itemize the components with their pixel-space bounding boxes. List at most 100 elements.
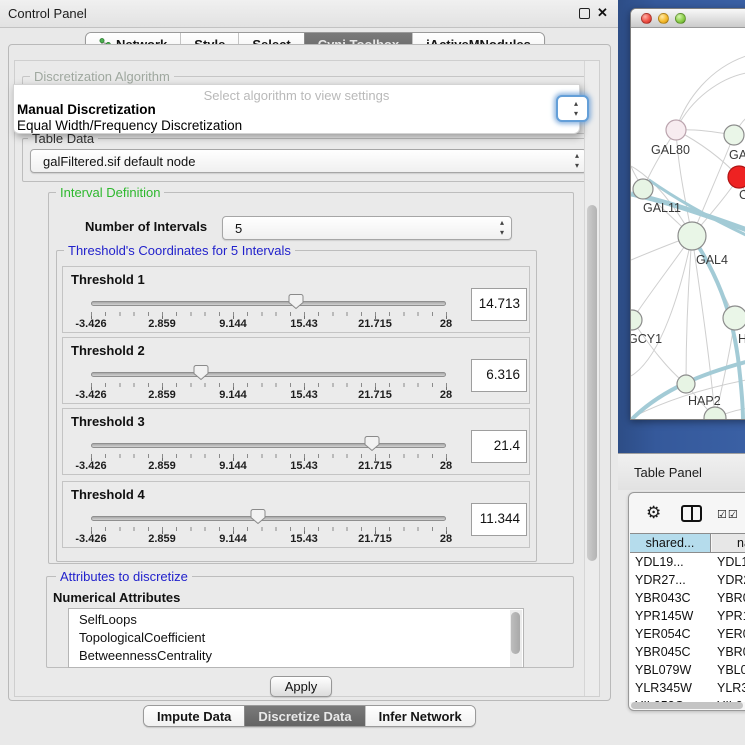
- node-label-gcy1: GCY1: [631, 332, 662, 346]
- threshold-4-panel: Threshold 4 -3.426 2.859 9.144 15.43 21.…: [62, 481, 530, 548]
- slider-tick-labels: -3.426 2.859 9.144 15.43 21.715 28: [91, 460, 446, 473]
- node-label-gal4: GAL4: [696, 253, 728, 267]
- popup-item-manual-discretization[interactable]: Manual Discretization: [17, 102, 156, 117]
- numerical-attributes-list: SelfLoops TopologicalCoefficient Between…: [68, 608, 524, 668]
- table-row[interactable]: YDL19...YDL1: [630, 553, 745, 571]
- tab-discretize-data[interactable]: Discretize Data: [244, 706, 364, 726]
- threshold-2-label: Threshold 2: [71, 343, 145, 358]
- tab-infer-network[interactable]: Infer Network: [365, 706, 475, 726]
- table-panel-titlebar: Table Panel: [618, 453, 745, 490]
- slider-tick-labels: -3.426 2.859 9.144 15.43 21.715 28: [91, 389, 446, 402]
- table-row[interactable]: YBR043CYBR0: [630, 589, 745, 607]
- threshold-1-label: Threshold 1: [71, 272, 145, 287]
- table-row[interactable]: YDR27...YDR2: [630, 571, 745, 589]
- list-item-topologicalcoefficient[interactable]: TopologicalCoefficient: [79, 630, 205, 648]
- threshold-2-panel: Threshold 2 -3.426 2.859 9.144 15.43 21.…: [62, 337, 530, 404]
- threshold-2-slider-handle[interactable]: [193, 364, 209, 381]
- table-horizontal-scrollbar[interactable]: [631, 702, 743, 709]
- table-data-combobox[interactable]: galFiltered.sif default node ▴▾: [30, 149, 587, 173]
- control-panel-titlebar: Control Panel ✕: [0, 0, 618, 28]
- list-scrollbar[interactable]: [510, 610, 522, 668]
- node-gal4[interactable]: [678, 222, 706, 250]
- threshold-4-slider-track[interactable]: [91, 516, 446, 521]
- node-hap2[interactable]: [677, 375, 695, 393]
- tab-infer-network-label: Infer Network: [379, 709, 462, 724]
- threshold-2-slider-track[interactable]: [91, 372, 446, 377]
- node-selected-red[interactable]: [728, 166, 745, 188]
- threshold-1-value-field[interactable]: 14.713: [471, 288, 527, 321]
- threshold-4-label: Threshold 4: [71, 487, 145, 502]
- node-label-hap2: HAP2: [688, 394, 721, 408]
- popup-item-equal-width[interactable]: Equal Width/Frequency Discretization: [17, 118, 242, 133]
- threshold-3-slider-track[interactable]: [91, 443, 446, 448]
- table-data-value: galFiltered.sif default node: [43, 154, 195, 169]
- combo-spinner-icon: ▴▾: [500, 218, 504, 238]
- node-label-gal80: GAL80: [651, 143, 690, 157]
- mac-minimize-button[interactable]: [658, 13, 669, 24]
- discretization-algorithm-group-title: Discretization Algorithm: [30, 69, 174, 84]
- table-panel-title: Table Panel: [634, 465, 702, 480]
- network-window-titlebar: [631, 9, 745, 28]
- node-ga[interactable]: [724, 125, 744, 145]
- network-canvas[interactable]: GAL80 GA C GAL11 GAL4 GCY1 H HAP2: [631, 28, 745, 420]
- threshold-2-value-field[interactable]: 6.316: [471, 359, 527, 392]
- num-intervals-label: Number of Intervals: [85, 219, 207, 234]
- close-icon[interactable]: ✕: [597, 5, 608, 21]
- threshold-4-value-field[interactable]: 11.344: [471, 503, 527, 536]
- apply-button[interactable]: Apply: [270, 676, 332, 697]
- threshold-3-value-field[interactable]: 21.4: [471, 430, 527, 463]
- node-label-ga: GA: [729, 148, 745, 162]
- threshold-3-slider-handle[interactable]: [364, 435, 380, 452]
- app-root: Control Panel ✕ Network Style Select Cyn…: [0, 0, 745, 745]
- algorithm-combobox-focused[interactable]: ▴▾: [556, 95, 589, 122]
- thresholds-group-title: Threshold's Coordinates for 5 Intervals: [64, 243, 295, 258]
- combo-spinner-icon: ▴▾: [575, 151, 579, 171]
- mac-zoom-button[interactable]: [675, 13, 686, 24]
- column-header-name[interactable]: na: [712, 534, 745, 552]
- network-view-window: GAL80 GA C GAL11 GAL4 GCY1 H HAP2: [630, 8, 745, 420]
- slider-tick-labels: -3.426 2.859 9.144 15.43 21.715 28: [91, 533, 446, 546]
- node-gal11[interactable]: [633, 179, 653, 199]
- table-row[interactable]: YPR145WYPR1: [630, 607, 745, 625]
- column-header-shared-name[interactable]: shared...: [630, 534, 711, 552]
- list-item-selfloops[interactable]: SelfLoops: [79, 612, 137, 630]
- table-window: ⚙ ☑☑ shared... na YDL19...YDL1 YDR27...Y…: [628, 492, 745, 711]
- attributes-group-title: Attributes to discretize: [56, 569, 192, 584]
- tab-impute-data-label: Impute Data: [157, 709, 231, 724]
- columns-icon[interactable]: [681, 505, 702, 522]
- algorithm-dropdown-popup: Select algorithm to view settings Manual…: [13, 84, 580, 134]
- float-icon[interactable]: [579, 8, 590, 19]
- slider-tick-labels: -3.426 2.859 9.144 15.43 21.715 28: [91, 318, 446, 331]
- threshold-3-label: Threshold 3: [71, 414, 145, 429]
- threshold-1-slider-handle[interactable]: [288, 293, 304, 310]
- num-intervals-value: 5: [235, 221, 242, 236]
- content-scrollbar[interactable]: [584, 61, 599, 696]
- slider-minor-ticks: [91, 312, 447, 316]
- list-item-betweennesscentrality[interactable]: BetweennessCentrality: [79, 648, 212, 666]
- tab-impute-data[interactable]: Impute Data: [144, 706, 244, 726]
- table-row[interactable]: YBR045CYBR0: [630, 643, 745, 661]
- table-row[interactable]: YER054CYER0: [630, 625, 745, 643]
- algorithm-prompt: Select algorithm to view settings: [14, 88, 579, 103]
- gear-icon[interactable]: ⚙: [646, 503, 661, 523]
- num-intervals-combobox[interactable]: 5 ▴▾: [222, 216, 512, 240]
- numerical-attributes-label: Numerical Attributes: [50, 590, 183, 605]
- node-h[interactable]: [723, 306, 745, 330]
- slider-minor-ticks: [91, 527, 447, 531]
- threshold-4-slider-handle[interactable]: [250, 508, 266, 525]
- table-row[interactable]: YLR345WYLR3: [630, 679, 745, 697]
- node-gcy1[interactable]: [631, 310, 642, 330]
- table-header: shared... na: [630, 533, 745, 553]
- table-row[interactable]: YBL079WYBL0: [630, 661, 745, 679]
- threshold-1-panel: Threshold 1 -3.426 2.859 9.144 15.43 21.…: [62, 266, 530, 333]
- panel-title: Control Panel: [8, 6, 87, 21]
- mac-close-button[interactable]: [641, 13, 652, 24]
- threshold-1-slider-track[interactable]: [91, 301, 446, 306]
- threshold-3-panel: Threshold 3 -3.426 2.859 9.144 15.43 21.…: [62, 408, 530, 475]
- node-label-h: H: [738, 332, 745, 346]
- content-scrollbar-thumb[interactable]: [587, 205, 597, 561]
- combo-spinner-icon: ▴▾: [574, 99, 578, 119]
- select-columns-checkboxes-icon[interactable]: ☑☑: [717, 508, 739, 521]
- interval-definition-title: Interval Definition: [56, 185, 164, 200]
- node-gal80[interactable]: [666, 120, 686, 140]
